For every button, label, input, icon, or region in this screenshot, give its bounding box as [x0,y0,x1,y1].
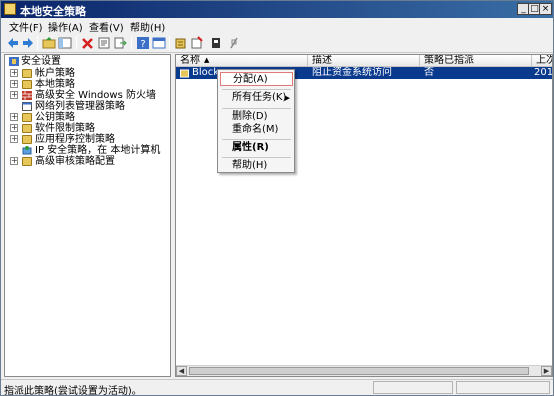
column-label: 上次 [536,55,552,66]
menu-file[interactable]: 文件(F) [9,19,43,34]
expand-icon[interactable]: + [10,124,18,132]
expand-icon[interactable]: + [10,80,18,88]
security-policy-icon [4,3,16,15]
menu-action[interactable]: 操作(A) [48,19,83,34]
mmc-window-icon[interactable] [152,36,166,50]
cell-description: 阻止资金系统访问 [312,67,392,78]
manage-filters-icon[interactable] [190,36,204,50]
status-panel [373,381,453,394]
status-panel [456,381,550,394]
menu-item-delete[interactable]: 删除(D) [220,110,293,124]
unassign-policy-icon[interactable] [227,36,241,50]
status-text: 指派此策略(尝试设置为活动)。 [4,386,142,396]
help-icon[interactable]: ? [136,36,150,50]
security-settings-icon [9,57,19,66]
menu-item-label: 删除(D) [232,111,268,122]
console-tree: 安全设置 + 帐户策略 + 本地策略 + 高级安全 Windows 防火墙 网络… [4,54,171,377]
folder-icon [22,80,32,89]
menu-item-help[interactable]: 帮助(H) [220,159,293,173]
ip-policy-icon[interactable] [174,36,188,50]
column-header-description[interactable]: 描述 [308,55,420,67]
toolbar-separator [169,36,170,50]
expand-icon[interactable]: + [10,157,18,165]
menu-separator [222,139,291,140]
expand-icon[interactable]: + [10,69,18,77]
menu-help[interactable]: 帮助(H) [130,19,165,34]
up-folder-icon[interactable] [42,36,56,50]
tree-label: 帐户策略 [35,68,75,79]
scroll-right-icon[interactable]: ▶ [541,366,552,376]
context-menu: 分配(A) 所有任务(K) ▶ 删除(D) 重命名(M) 属性(R) 帮助(H) [217,69,295,173]
scroll-left-icon[interactable]: ◀ [176,366,187,376]
folder-icon [22,157,32,166]
folder-icon [22,113,32,122]
show-hide-tree-icon[interactable] [58,36,72,50]
tree-label: 软件限制策略 [35,123,95,134]
ip-security-icon [22,146,32,155]
tree-label: 网络列表管理器策略 [35,101,125,112]
menu-separator [222,89,291,90]
assign-policy-icon[interactable] [209,36,223,50]
expand-icon[interactable]: + [10,135,18,143]
submenu-arrow-icon: ▶ [284,94,290,102]
menu-item-all-tasks[interactable]: 所有任务(K) ▶ [220,91,293,105]
menu-item-label: 属性(R) [232,142,269,153]
tree-label: 本地策略 [35,79,75,90]
back-arrow-icon[interactable] [6,36,20,50]
tree-label: IP 安全策略，在 本地计算机 [35,145,161,156]
tree-label: 安全设置 [21,56,61,67]
scrollbar-thumb[interactable] [189,367,529,375]
menu-item-assign[interactable]: 分配(A) [220,72,293,86]
folder-icon [22,135,32,144]
toolbar: ? [1,33,553,53]
export-list-icon[interactable] [113,36,127,50]
column-header-assigned[interactable]: 策略已指派 [420,55,532,67]
menu-item-properties[interactable]: 属性(R) [220,141,293,155]
status-bar: 指派此策略(尝试设置为活动)。 [1,379,553,396]
column-label: 名称 [180,55,200,66]
firewall-icon [22,91,32,100]
folder-icon [22,69,32,78]
menu-item-label: 重命名(M) [232,124,279,135]
delete-icon[interactable] [81,36,95,50]
menu-view[interactable]: 查看(V) [89,19,124,34]
menu-item-rename[interactable]: 重命名(M) [220,123,293,137]
properties-icon[interactable] [97,36,111,50]
tree-label: 高级安全 Windows 防火墙 [35,90,156,101]
expand-icon[interactable]: + [10,91,18,99]
menu-bar: 文件(F) 操作(A) 查看(V) 帮助(H) [1,18,553,34]
close-button[interactable]: × [539,3,552,15]
document-icon [22,102,32,111]
column-label: 描述 [312,55,332,66]
title-bar[interactable]: 本地安全策略 _ □ × [1,1,553,18]
menu-separator [222,157,291,158]
column-header-last-modified[interactable]: 上次 [532,55,552,67]
cell-last-modified: 2019/ [534,67,553,78]
menu-separator [222,108,291,109]
toolbar-separator [37,36,38,50]
forward-arrow-icon[interactable] [21,36,35,50]
folder-icon [22,124,32,133]
menu-item-label: 所有任务(K) [232,92,287,103]
column-label: 策略已指派 [424,55,474,66]
tree-label: 公钥策略 [35,112,75,123]
cell-assigned: 否 [424,67,434,78]
menu-item-label: 帮助(H) [232,160,268,171]
horizontal-scrollbar[interactable]: ◀ ▶ [176,365,552,376]
column-header-name[interactable]: 名称 ▲ [176,55,308,67]
tree-label: 高级审核策略配置 [35,156,115,167]
toolbar-separator [76,36,77,50]
menu-item-label: 分配(A) [233,74,268,85]
local-security-policy-window: 本地安全策略 _ □ × 文件(F) 操作(A) 查看(V) 帮助(H) ? 安 [0,0,554,396]
tree-label: 应用程序控制策略 [35,134,115,145]
window-title: 本地安全策略 [20,5,86,18]
toolbar-separator [131,36,132,50]
sort-ascending-icon: ▲ [204,56,210,64]
svg-text:?: ? [140,39,145,50]
ip-policy-item-icon [180,69,189,78]
expand-icon[interactable]: + [10,113,18,121]
